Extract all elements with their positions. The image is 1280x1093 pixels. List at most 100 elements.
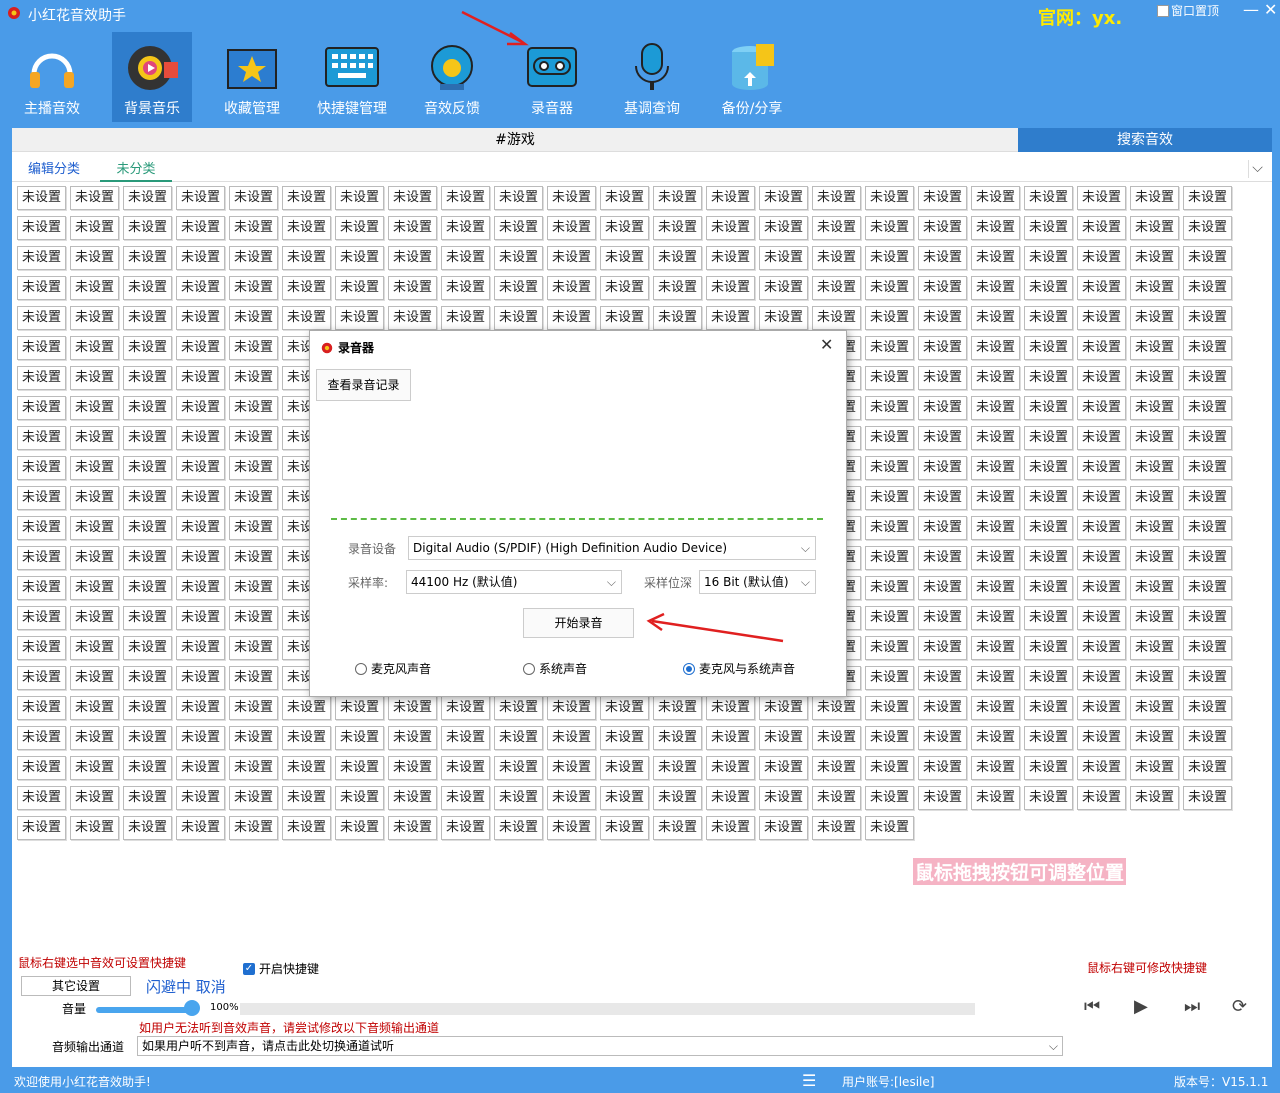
sound-slot[interactable]: 未设置: [1024, 306, 1073, 330]
sound-slot[interactable]: 未设置: [176, 276, 225, 300]
sound-slot[interactable]: 未设置: [918, 276, 967, 300]
sound-slot[interactable]: 未设置: [123, 336, 172, 360]
sound-slot[interactable]: 未设置: [123, 786, 172, 810]
sound-slot[interactable]: 未设置: [971, 186, 1020, 210]
sound-slot[interactable]: 未设置: [176, 606, 225, 630]
sound-slot[interactable]: 未设置: [70, 246, 119, 270]
sound-slot[interactable]: 未设置: [1183, 366, 1232, 390]
sound-slot[interactable]: 未设置: [17, 606, 66, 630]
sound-slot[interactable]: 未设置: [123, 426, 172, 450]
sound-slot[interactable]: 未设置: [176, 246, 225, 270]
sound-slot[interactable]: 未设置: [1130, 606, 1179, 630]
sound-slot[interactable]: 未设置: [335, 306, 384, 330]
sound-slot[interactable]: 未设置: [918, 636, 967, 660]
sound-slot[interactable]: 未设置: [441, 246, 490, 270]
sound-slot[interactable]: 未设置: [1183, 636, 1232, 660]
sound-slot[interactable]: 未设置: [600, 276, 649, 300]
sound-slot[interactable]: 未设置: [1130, 306, 1179, 330]
sound-slot[interactable]: 未设置: [17, 246, 66, 270]
tool-pitch[interactable]: 基调查询: [612, 32, 692, 122]
sound-slot[interactable]: 未设置: [176, 576, 225, 600]
sound-slot[interactable]: 未设置: [759, 816, 808, 840]
sound-slot[interactable]: 未设置: [176, 636, 225, 660]
sound-slot[interactable]: 未设置: [1183, 516, 1232, 540]
sound-slot[interactable]: 未设置: [706, 306, 755, 330]
sound-slot[interactable]: 未设置: [918, 516, 967, 540]
sound-slot[interactable]: 未设置: [1183, 396, 1232, 420]
sound-slot[interactable]: 未设置: [441, 216, 490, 240]
sound-slot[interactable]: 未设置: [971, 216, 1020, 240]
sound-slot[interactable]: 未设置: [123, 396, 172, 420]
sound-slot[interactable]: 未设置: [17, 216, 66, 240]
search-sfx-button[interactable]: 搜索音效: [1018, 128, 1272, 152]
sound-slot[interactable]: 未设置: [1024, 606, 1073, 630]
sound-slot[interactable]: 未设置: [229, 696, 278, 720]
sound-slot[interactable]: 未设置: [282, 786, 331, 810]
sound-slot[interactable]: 未设置: [388, 816, 437, 840]
sound-slot[interactable]: 未设置: [865, 666, 914, 690]
sound-slot[interactable]: 未设置: [653, 756, 702, 780]
sound-slot[interactable]: 未设置: [123, 246, 172, 270]
sound-slot[interactable]: 未设置: [1024, 576, 1073, 600]
sound-slot[interactable]: 未设置: [494, 756, 543, 780]
sound-slot[interactable]: 未设置: [441, 756, 490, 780]
sound-slot[interactable]: 未设置: [229, 546, 278, 570]
sound-slot[interactable]: 未设置: [1130, 486, 1179, 510]
sound-slot[interactable]: 未设置: [494, 696, 543, 720]
sound-slot[interactable]: 未设置: [1183, 726, 1232, 750]
sound-slot[interactable]: 未设置: [971, 576, 1020, 600]
sound-slot[interactable]: 未设置: [229, 576, 278, 600]
sound-slot[interactable]: 未设置: [1077, 756, 1126, 780]
sound-slot[interactable]: 未设置: [547, 186, 596, 210]
sound-slot[interactable]: 未设置: [123, 726, 172, 750]
sound-slot[interactable]: 未设置: [547, 276, 596, 300]
sound-slot[interactable]: 未设置: [1077, 366, 1126, 390]
sound-slot[interactable]: 未设置: [282, 216, 331, 240]
sound-slot[interactable]: 未设置: [70, 306, 119, 330]
sound-slot[interactable]: 未设置: [441, 786, 490, 810]
sound-slot[interactable]: 未设置: [865, 336, 914, 360]
sound-slot[interactable]: 未设置: [282, 816, 331, 840]
sound-slot[interactable]: 未设置: [335, 276, 384, 300]
sound-slot[interactable]: 未设置: [1183, 576, 1232, 600]
sound-slot[interactable]: 未设置: [17, 696, 66, 720]
sound-slot[interactable]: 未设置: [123, 816, 172, 840]
sound-slot[interactable]: 未设置: [547, 816, 596, 840]
sound-slot[interactable]: 未设置: [1183, 756, 1232, 780]
sound-slot[interactable]: 未设置: [494, 186, 543, 210]
sound-slot[interactable]: 未设置: [17, 756, 66, 780]
sound-slot[interactable]: 未设置: [653, 816, 702, 840]
sound-slot[interactable]: 未设置: [1024, 366, 1073, 390]
sound-slot[interactable]: 未设置: [706, 786, 755, 810]
sound-slot[interactable]: 未设置: [600, 816, 649, 840]
sound-slot[interactable]: 未设置: [971, 306, 1020, 330]
sound-slot[interactable]: 未设置: [17, 786, 66, 810]
sound-slot[interactable]: 未设置: [971, 336, 1020, 360]
sound-slot[interactable]: 未设置: [759, 756, 808, 780]
sound-slot[interactable]: 未设置: [229, 336, 278, 360]
sound-slot[interactable]: 未设置: [812, 246, 861, 270]
sound-slot[interactable]: 未设置: [388, 246, 437, 270]
sound-slot[interactable]: 未设置: [918, 666, 967, 690]
sound-slot[interactable]: 未设置: [229, 366, 278, 390]
sound-slot[interactable]: 未设置: [1130, 426, 1179, 450]
sound-slot[interactable]: 未设置: [282, 726, 331, 750]
sound-slot[interactable]: 未设置: [70, 636, 119, 660]
sound-slot[interactable]: 未设置: [812, 816, 861, 840]
sound-slot[interactable]: 未设置: [494, 216, 543, 240]
sound-slot[interactable]: 未设置: [70, 606, 119, 630]
sound-slot[interactable]: 未设置: [812, 186, 861, 210]
sound-slot[interactable]: 未设置: [865, 306, 914, 330]
sound-slot[interactable]: 未设置: [494, 816, 543, 840]
sound-slot[interactable]: 未设置: [812, 786, 861, 810]
sound-slot[interactable]: 未设置: [123, 186, 172, 210]
sound-slot[interactable]: 未设置: [1183, 696, 1232, 720]
sound-slot[interactable]: 未设置: [388, 756, 437, 780]
sound-slot[interactable]: 未设置: [1130, 696, 1179, 720]
tab-edit-category[interactable]: 编辑分类: [28, 158, 80, 177]
sound-slot[interactable]: 未设置: [17, 666, 66, 690]
sound-slot[interactable]: 未设置: [759, 186, 808, 210]
sound-slot[interactable]: 未设置: [17, 336, 66, 360]
sound-slot[interactable]: 未设置: [1130, 276, 1179, 300]
sound-slot[interactable]: 未设置: [17, 726, 66, 750]
